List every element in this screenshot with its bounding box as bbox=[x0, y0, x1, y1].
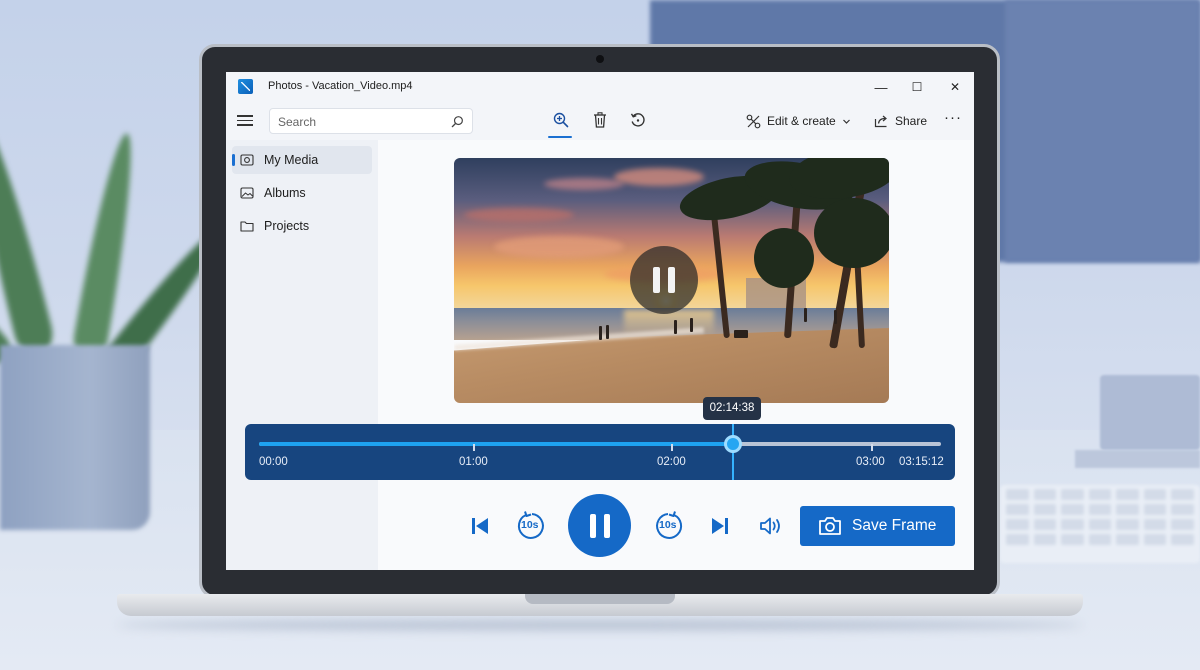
skip-to-start-button[interactable] bbox=[466, 513, 494, 539]
video-cloud bbox=[544, 178, 624, 190]
video-frame[interactable] bbox=[454, 158, 889, 403]
sidebar-item-label: Albums bbox=[264, 186, 306, 200]
zoom-active-indicator bbox=[548, 136, 572, 138]
rewind-label: 10s bbox=[521, 519, 539, 531]
timeline-tick bbox=[671, 444, 673, 451]
playhead-handle[interactable] bbox=[724, 435, 742, 453]
video-cloud bbox=[494, 236, 624, 258]
search-input[interactable]: Search bbox=[269, 108, 473, 134]
edit-tools-icon bbox=[746, 114, 761, 128]
title-bar: Photos - Vacation_Video.mp4 — ☐ ✕ bbox=[226, 72, 974, 102]
sidebar-item-my-media[interactable]: My Media bbox=[232, 146, 372, 174]
plant-pot bbox=[0, 345, 150, 530]
sidebar-item-albums[interactable]: Albums bbox=[232, 179, 372, 207]
hamburger-menu-icon[interactable] bbox=[236, 112, 254, 128]
webcam bbox=[596, 55, 604, 63]
background-keyboard bbox=[1000, 485, 1200, 563]
album-icon bbox=[240, 187, 254, 199]
edit-create-label: Edit & create bbox=[767, 114, 836, 128]
close-button[interactable]: ✕ bbox=[943, 76, 967, 98]
share-icon bbox=[874, 115, 887, 128]
pause-bar bbox=[653, 267, 660, 293]
sidebar-item-projects[interactable]: Projects bbox=[232, 212, 372, 240]
skip-previous-icon bbox=[472, 518, 488, 534]
camera-icon bbox=[819, 517, 841, 535]
video-cloud bbox=[614, 168, 704, 186]
trash-icon[interactable] bbox=[590, 110, 610, 130]
rewind-10s-button[interactable]: 10s bbox=[514, 508, 550, 544]
beach-person bbox=[690, 318, 693, 332]
maximize-button[interactable]: ☐ bbox=[905, 76, 929, 98]
photos-app-icon bbox=[238, 79, 253, 94]
share-label: Share bbox=[895, 114, 928, 128]
photo-icon bbox=[240, 154, 254, 166]
background-stand-base bbox=[1075, 450, 1200, 468]
timeline-track[interactable] bbox=[259, 442, 941, 446]
beach-person bbox=[599, 326, 602, 340]
volume-button[interactable] bbox=[756, 512, 786, 540]
skip-next-icon bbox=[712, 518, 728, 534]
forward-10s-button[interactable]: 10s bbox=[650, 508, 686, 544]
minimize-button[interactable]: — bbox=[869, 76, 893, 98]
folder-icon bbox=[240, 221, 254, 232]
laptop-shadow bbox=[117, 620, 1083, 630]
sidebar-item-label: My Media bbox=[264, 153, 319, 167]
save-frame-button[interactable]: Save Frame bbox=[800, 506, 955, 546]
timeline-label: 03:00 bbox=[856, 456, 885, 468]
toolbar: Search Edit & create Share ··· bbox=[226, 102, 974, 140]
zoom-in-icon[interactable] bbox=[551, 110, 571, 130]
window-title: Photos - Vacation_Video.mp4 bbox=[268, 80, 413, 92]
video-cloud bbox=[464, 208, 574, 222]
background-stand bbox=[1100, 375, 1200, 450]
laptop-notch bbox=[525, 594, 675, 604]
beach-person bbox=[834, 310, 837, 324]
active-indicator bbox=[232, 154, 235, 166]
search-icon bbox=[451, 116, 463, 128]
beach-person bbox=[734, 330, 748, 338]
sidebar-item-label: Projects bbox=[264, 219, 310, 233]
save-frame-label: Save Frame bbox=[852, 517, 937, 534]
skip-to-end-button[interactable] bbox=[706, 513, 734, 539]
timeline-label: 01:00 bbox=[459, 456, 488, 468]
timeline-tick bbox=[473, 444, 475, 451]
current-time-tooltip: 02:14:38 bbox=[703, 397, 761, 420]
search-placeholder: Search bbox=[278, 115, 317, 129]
sidebar: My Media Albums Projects bbox=[226, 140, 378, 570]
palm-frond bbox=[754, 228, 814, 288]
play-pause-button[interactable] bbox=[568, 494, 631, 557]
pause-bar bbox=[589, 513, 596, 538]
forward-label: 10s bbox=[659, 519, 677, 531]
edit-create-button[interactable]: Edit & create bbox=[746, 112, 851, 130]
beach-person bbox=[606, 325, 609, 339]
timeline-duration-label: 03:15:12 bbox=[899, 456, 944, 468]
share-button[interactable]: Share bbox=[874, 112, 927, 130]
chevron-down-icon bbox=[842, 119, 850, 124]
pause-bar bbox=[603, 513, 610, 538]
timeline-scrubber[interactable]: 00:00 01:00 02:00 03:00 03:15:12 bbox=[245, 424, 955, 480]
palm-frond bbox=[814, 198, 889, 268]
video-pause-button[interactable] bbox=[630, 246, 698, 314]
pause-bar bbox=[668, 267, 675, 293]
timeline-label: 02:00 bbox=[657, 456, 686, 468]
timeline-progress bbox=[259, 442, 730, 446]
more-options-button[interactable]: ··· bbox=[944, 109, 962, 126]
volume-icon bbox=[760, 517, 780, 535]
beach-person bbox=[804, 308, 807, 322]
rotate-icon[interactable] bbox=[628, 110, 648, 130]
background-monitor-screen bbox=[1005, 0, 1200, 262]
timeline-tick bbox=[871, 444, 873, 451]
timeline-label: 00:00 bbox=[259, 456, 288, 468]
beach-person bbox=[674, 320, 677, 334]
